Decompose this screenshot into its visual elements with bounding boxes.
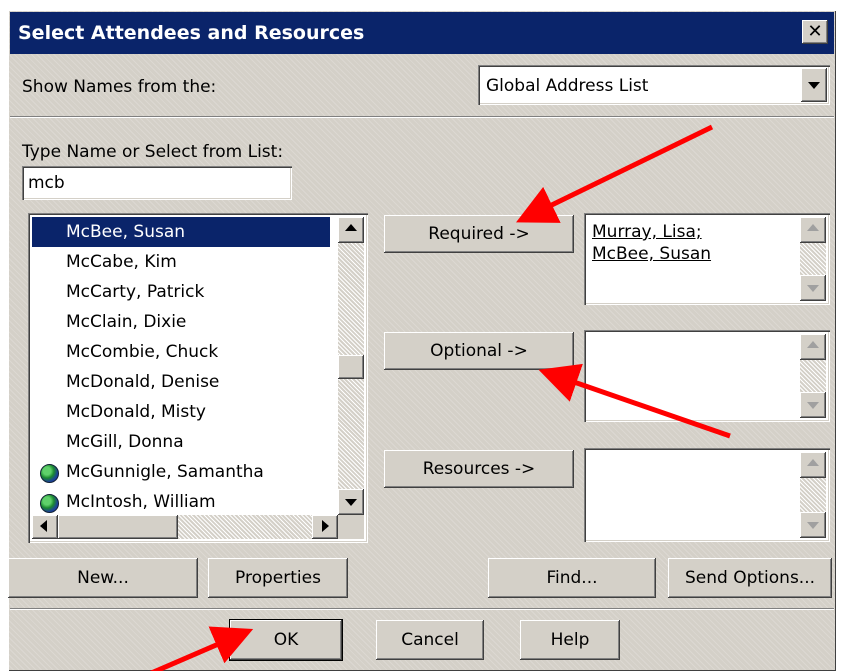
names-list-item-label: McGill, Donna [66, 432, 184, 452]
names-listbox[interactable]: McBee, Susan McCabe, Kim McCarty, Patrick M… [28, 213, 368, 543]
resources-box[interactable] [584, 448, 830, 542]
names-list-item[interactable]: McBee, Susan [32, 217, 330, 247]
close-icon: ✕ [807, 21, 823, 42]
send-options-button[interactable]: Send Options... [668, 558, 832, 598]
names-list-item[interactable]: McClain, Dixie [32, 307, 330, 337]
scroll-down-button[interactable] [800, 392, 826, 418]
names-list-item-label: McGunnigle, Samantha [66, 462, 264, 482]
dialog-title: Select Attendees and Resources [18, 22, 365, 44]
chevron-down-icon [808, 82, 820, 89]
scroll-down-button[interactable] [800, 512, 826, 538]
names-list-item[interactable]: McGunnigle, Samantha [32, 457, 330, 487]
scroll-down-button[interactable] [338, 489, 364, 515]
chevron-left-icon [40, 520, 47, 532]
horizontal-scroll-thumb[interactable] [58, 515, 178, 539]
names-list-item[interactable]: McCarty, Patrick [32, 277, 330, 307]
chevron-right-icon [322, 520, 329, 532]
chevron-up-icon [807, 224, 819, 231]
name-search-input[interactable]: mcb [22, 166, 292, 200]
cancel-button[interactable]: Cancel [376, 620, 484, 660]
required-attendees-box[interactable]: Murray, Lisa; McBee, Susan [584, 213, 830, 305]
names-vertical-scrollbar[interactable] [338, 217, 364, 515]
scroll-up-button[interactable] [800, 334, 826, 360]
address-book-select[interactable]: Global Address List [478, 65, 830, 105]
show-names-label: Show Names from the: [22, 77, 217, 97]
globe-icon [40, 494, 59, 513]
globe-icon [40, 464, 59, 483]
names-list-item-label: McDonald, Denise [66, 372, 220, 392]
names-list-item-label: McDonald, Misty [66, 402, 206, 422]
type-name-label: Type Name or Select from List: [22, 142, 284, 162]
scroll-down-button[interactable] [800, 275, 826, 301]
optional-attendees-box[interactable] [584, 330, 830, 422]
names-list-item[interactable]: McIntosh, William [32, 487, 330, 517]
close-button[interactable]: ✕ [802, 20, 828, 44]
required-scrollbar[interactable] [800, 217, 826, 301]
address-book-dropdown-button[interactable] [801, 68, 827, 102]
names-list-item[interactable]: McGill, Donna [32, 427, 330, 457]
chevron-up-icon [345, 224, 357, 231]
recipient-name[interactable]: Murray, Lisa; [592, 221, 711, 243]
names-list-item-label: McCarty, Patrick [66, 282, 205, 302]
top-divider [10, 116, 834, 118]
scrollbar-corner [338, 515, 364, 539]
help-button[interactable]: Help [520, 620, 620, 660]
ok-button[interactable]: OK [230, 620, 342, 660]
names-list-item[interactable]: McDonald, Denise [32, 367, 330, 397]
optional-button[interactable]: Optional -> [384, 332, 574, 370]
find-button[interactable]: Find... [488, 558, 656, 598]
select-attendees-dialog: Select Attendees and Resources ✕ Show Na… [8, 10, 836, 671]
names-list-item-label: McIntosh, William [66, 492, 216, 512]
name-search-value: mcb [28, 173, 65, 193]
required-button[interactable]: Required -> [384, 215, 574, 253]
chevron-down-icon [807, 402, 819, 409]
names-horizontal-scrollbar[interactable] [32, 515, 338, 539]
chevron-down-icon [345, 499, 357, 506]
names-list-item-label: McCombie, Chuck [66, 342, 219, 362]
vertical-scroll-thumb[interactable] [338, 355, 364, 379]
chevron-up-icon [807, 459, 819, 466]
optional-scrollbar[interactable] [800, 334, 826, 418]
names-list-item-label: McClain, Dixie [66, 312, 187, 332]
names-list-item[interactable]: McCombie, Chuck [32, 337, 330, 367]
scroll-up-button[interactable] [800, 452, 826, 478]
bottom-divider [10, 608, 834, 610]
scroll-up-button[interactable] [800, 217, 826, 243]
properties-button[interactable]: Properties [208, 558, 348, 598]
chevron-up-icon [807, 341, 819, 348]
names-list-item[interactable]: McDonald, Misty [32, 397, 330, 427]
names-list-item-label: McCabe, Kim [66, 252, 177, 272]
address-book-value: Global Address List [486, 76, 649, 96]
scroll-right-button[interactable] [312, 515, 338, 539]
names-list-item[interactable]: McCabe, Kim [32, 247, 330, 277]
resources-button[interactable]: Resources -> [384, 450, 574, 488]
recipient-name[interactable]: McBee, Susan [592, 243, 711, 265]
resources-scrollbar[interactable] [800, 452, 826, 538]
title-bar[interactable]: Select Attendees and Resources ✕ [10, 12, 834, 54]
new-button[interactable]: New... [8, 558, 198, 598]
chevron-down-icon [807, 285, 819, 292]
scroll-left-button[interactable] [32, 515, 58, 539]
chevron-down-icon [807, 522, 819, 529]
names-list-item-label: McBee, Susan [66, 222, 186, 242]
scroll-up-button[interactable] [338, 217, 364, 243]
required-recipients: Murray, Lisa; McBee, Susan [592, 221, 711, 265]
